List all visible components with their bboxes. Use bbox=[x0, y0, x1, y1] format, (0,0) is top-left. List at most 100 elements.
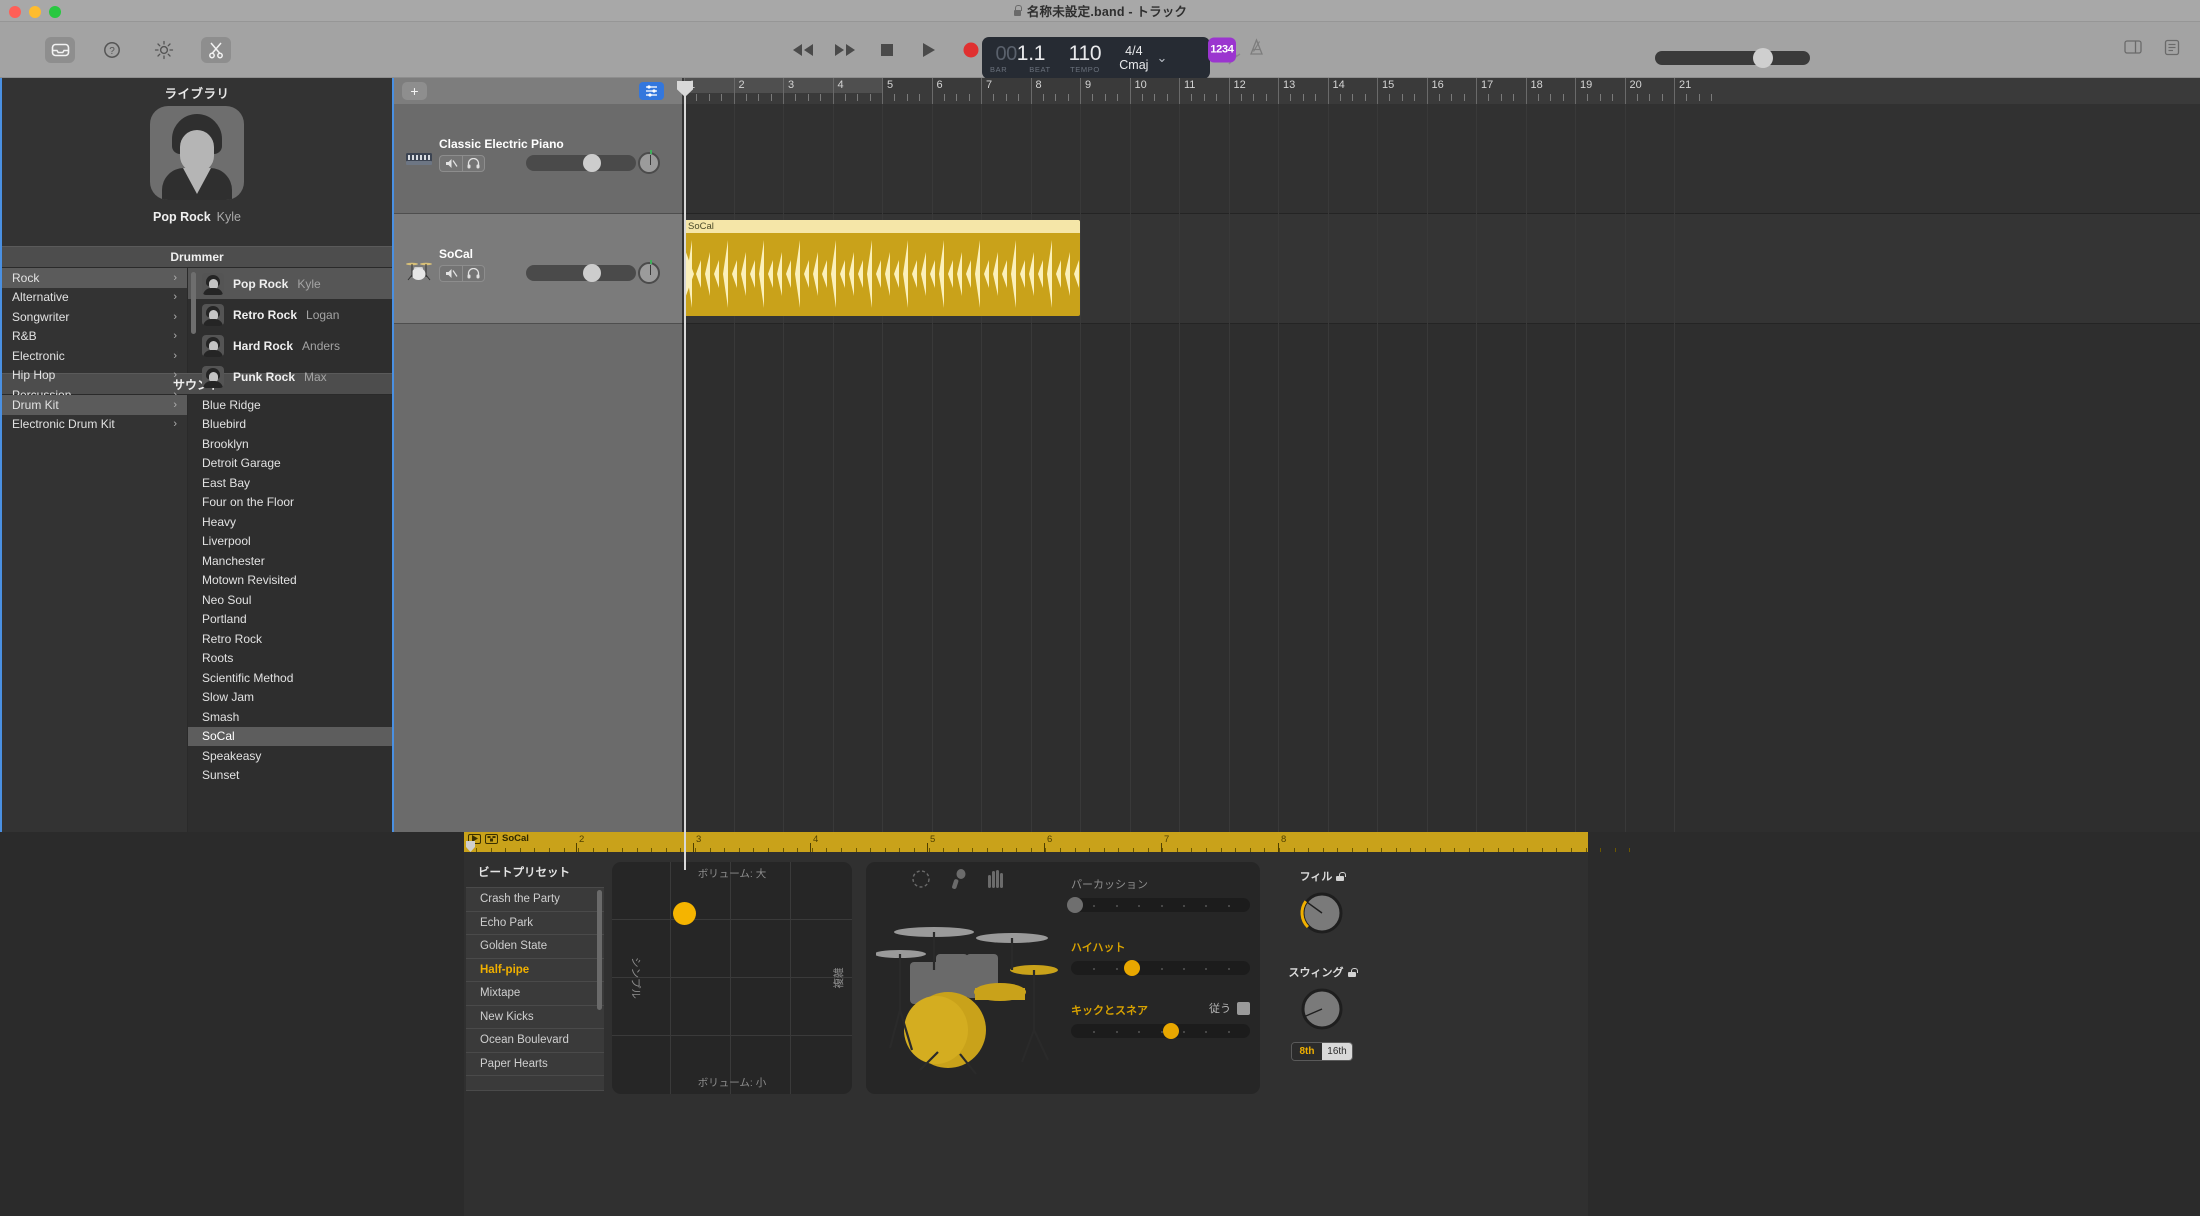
chevron-down-icon[interactable]: ⌄ bbox=[1156, 50, 1167, 66]
drummer-item-pop-rock[interactable]: Pop Rock Kyle bbox=[188, 268, 392, 299]
drummer-icon[interactable] bbox=[485, 833, 498, 844]
genre-item-r-b[interactable]: R&B › bbox=[2, 327, 187, 347]
kit-preset-roots[interactable]: Roots bbox=[188, 649, 392, 669]
slider-knob[interactable] bbox=[1163, 1023, 1180, 1039]
track-lane[interactable] bbox=[682, 104, 2200, 214]
headphone-icon[interactable] bbox=[462, 155, 485, 172]
xy-puck[interactable] bbox=[673, 902, 696, 926]
kit-preset-manchester[interactable]: Manchester bbox=[188, 551, 392, 571]
beat-preset-golden-state[interactable]: Golden State bbox=[466, 935, 604, 959]
count-in-button[interactable]: 1234 bbox=[1208, 37, 1236, 62]
kit-preset-detroit-garage[interactable]: Detroit Garage bbox=[188, 454, 392, 474]
kit-preset-neo-soul[interactable]: Neo Soul bbox=[188, 590, 392, 610]
kit-preset-sunset[interactable]: Sunset bbox=[188, 766, 392, 786]
lcd-tempo[interactable]: 110 TEMPO bbox=[1069, 42, 1102, 74]
rewind-button[interactable] bbox=[790, 37, 816, 63]
sun-icon[interactable] bbox=[149, 37, 179, 63]
kit-preset-speakeasy[interactable]: Speakeasy bbox=[188, 746, 392, 766]
genre-item-songwriter[interactable]: Songwriter › bbox=[2, 307, 187, 327]
slider-track[interactable] bbox=[1071, 1023, 1250, 1039]
kit-category-electronic-drum-kit[interactable]: Electronic Drum Kit › bbox=[2, 415, 187, 435]
metronome-icon[interactable] bbox=[1248, 38, 1265, 61]
track-header-classic-electric-piano[interactable]: Classic Electric Piano bbox=[394, 104, 682, 214]
drum-kit-illustration[interactable] bbox=[874, 870, 1076, 1086]
mute-icon[interactable] bbox=[439, 265, 462, 282]
knob-fill[interactable] bbox=[1299, 890, 1345, 936]
slider-knob[interactable] bbox=[1066, 897, 1083, 913]
kit-preset-socal[interactable]: SoCal bbox=[188, 726, 392, 746]
library-toggle-icon[interactable] bbox=[45, 36, 75, 63]
kit-category-drum-kit[interactable]: Drum Kit › bbox=[2, 395, 187, 415]
track-header-socal[interactable]: SoCal bbox=[394, 214, 682, 324]
kit-preset-scientific-method[interactable]: Scientific Method bbox=[188, 668, 392, 688]
lcd-signature-key[interactable]: 4/4 Cmaj bbox=[1119, 44, 1148, 73]
slider-knob[interactable] bbox=[1123, 960, 1140, 976]
minimize-button[interactable] bbox=[29, 6, 41, 18]
track-volume-slider[interactable] bbox=[526, 264, 636, 282]
audio-region[interactable]: SoCal bbox=[684, 220, 1080, 316]
genre-item-electronic[interactable]: Electronic › bbox=[2, 346, 187, 366]
slider-track[interactable] bbox=[1071, 960, 1250, 976]
kit-preset-east-bay[interactable]: East Bay bbox=[188, 473, 392, 493]
ruler[interactable]: 123456789101112131415161718192021 bbox=[682, 78, 2200, 104]
window-controls[interactable] bbox=[9, 6, 61, 18]
lcd-position[interactable]: 00 1 . 1 BAR BEAT bbox=[990, 42, 1051, 74]
kit-preset-slow-jam[interactable]: Slow Jam bbox=[188, 688, 392, 708]
kit-preset-retro-rock[interactable]: Retro Rock bbox=[188, 629, 392, 649]
kit-preset-bluebird[interactable]: Bluebird bbox=[188, 415, 392, 435]
fast-forward-button[interactable] bbox=[832, 37, 858, 63]
headphone-icon[interactable] bbox=[462, 265, 485, 282]
editor-playhead[interactable] bbox=[466, 841, 475, 852]
drummer-list-scrollbar[interactable] bbox=[191, 272, 196, 334]
track-volume-slider[interactable] bbox=[526, 154, 636, 172]
swing-option-8th[interactable]: 8th bbox=[1292, 1043, 1322, 1060]
beat-preset-paper-hearts[interactable]: Paper Hearts bbox=[466, 1053, 604, 1076]
kit-preset-heavy[interactable]: Heavy bbox=[188, 512, 392, 532]
follow-control[interactable]: 従う bbox=[1209, 1000, 1250, 1016]
kit-preset-liverpool[interactable]: Liverpool bbox=[188, 532, 392, 552]
beat-preset-echo-park[interactable]: Echo Park bbox=[466, 912, 604, 935]
kit-preset-smash[interactable]: Smash bbox=[188, 707, 392, 727]
close-button[interactable] bbox=[9, 6, 21, 18]
genre-item-hip-hop[interactable]: Hip Hop › bbox=[2, 366, 187, 386]
track-volume-knob[interactable] bbox=[583, 154, 602, 172]
stop-button[interactable] bbox=[874, 37, 900, 63]
track-pan-knob[interactable] bbox=[638, 260, 660, 284]
drummer-xy-pad[interactable]: ボリューム: 大 ボリューム: 小 シンプル 複雑 bbox=[612, 862, 852, 1094]
beat-preset-mixtape[interactable]: Mixtape bbox=[466, 982, 604, 1006]
record-button[interactable] bbox=[958, 37, 984, 63]
lock-icon[interactable] bbox=[1336, 871, 1347, 881]
master-volume-slider[interactable] bbox=[1655, 48, 1810, 68]
beat-preset-crash-the-party[interactable]: Crash the Party bbox=[466, 888, 604, 912]
mixer-icon[interactable] bbox=[639, 82, 664, 100]
lcd-display[interactable]: 00 1 . 1 BAR BEAT 110 TEMPO 4/4 Cmaj ⌄ bbox=[982, 37, 1210, 79]
slider-track[interactable] bbox=[1066, 897, 1250, 913]
mute-icon[interactable] bbox=[439, 155, 462, 172]
genre-item-alternative[interactable]: Alternative › bbox=[2, 288, 187, 308]
drummer-item-punk-rock[interactable]: Punk Rock Max bbox=[188, 361, 392, 392]
genre-item-rock[interactable]: Rock › bbox=[2, 268, 187, 288]
swing-option-16th[interactable]: 16th bbox=[1322, 1043, 1352, 1060]
playhead[interactable] bbox=[677, 81, 693, 870]
notes-icon[interactable] bbox=[2164, 39, 2180, 60]
kit-preset-four-on-the-floor[interactable]: Four on the Floor bbox=[188, 493, 392, 513]
master-volume-knob[interactable] bbox=[1753, 48, 1773, 68]
lock-icon[interactable] bbox=[1347, 967, 1358, 977]
editor-ruler[interactable]: SoCal 2 3 4 5 6 7 8 bbox=[464, 832, 1631, 852]
swing-division-toggle[interactable]: 8th 16th bbox=[1291, 1042, 1353, 1061]
track-pan-knob[interactable] bbox=[638, 150, 660, 174]
kit-preset-brooklyn[interactable]: Brooklyn bbox=[188, 434, 392, 454]
knob-swing[interactable] bbox=[1299, 986, 1345, 1032]
help-icon[interactable]: ? bbox=[97, 37, 127, 63]
beat-presets-scrollbar[interactable] bbox=[597, 890, 602, 1010]
kit-preset-portland[interactable]: Portland bbox=[188, 610, 392, 630]
kit-preset-motown-revisited[interactable]: Motown Revisited bbox=[188, 571, 392, 591]
track-volume-knob[interactable] bbox=[583, 264, 602, 282]
follow-checkbox[interactable] bbox=[1237, 1001, 1250, 1015]
beat-preset-ocean-boulevard[interactable]: Ocean Boulevard bbox=[466, 1029, 604, 1053]
drummer-item-retro-rock[interactable]: Retro Rock Logan bbox=[188, 299, 392, 330]
play-button[interactable] bbox=[916, 37, 942, 63]
beat-preset-half-pipe[interactable]: Half-pipe bbox=[466, 959, 604, 982]
scissors-icon[interactable] bbox=[201, 36, 231, 63]
beat-preset-new-kicks[interactable]: New Kicks bbox=[466, 1006, 604, 1029]
